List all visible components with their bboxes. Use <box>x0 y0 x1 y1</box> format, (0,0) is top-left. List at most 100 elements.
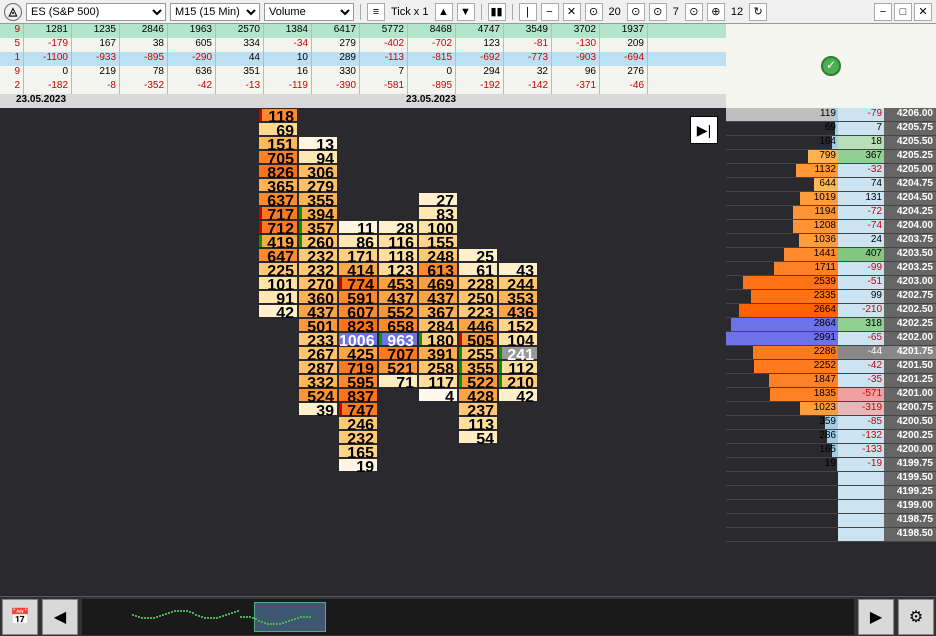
cluster-cell: 705 <box>258 150 298 164</box>
nav-left-button[interactable]: ◀ <box>42 599 78 635</box>
cluster-cell: 4 <box>418 388 458 402</box>
ladder-row[interactable]: 2252-424201.50 <box>726 360 936 374</box>
ladder-row[interactable]: 10191314204.50 <box>726 192 936 206</box>
ladder-row[interactable]: 1208-744204.00 <box>726 220 936 234</box>
ladder-row[interactable]: 14414074203.50 <box>726 248 936 262</box>
ladder-row[interactable]: 4199.25 <box>726 486 936 500</box>
ladder-row[interactable]: 1835-5714201.00 <box>726 388 936 402</box>
status-ok-icon <box>821 56 841 76</box>
cluster-cell: 284 <box>418 318 458 332</box>
nav-right-button[interactable]: ▶ <box>858 599 894 635</box>
cluster-cell: 469 <box>418 276 458 290</box>
ladder-row[interactable]: 165-1334200.00 <box>726 444 936 458</box>
price-ladder[interactable]: 119-794206.006974205.75164184205.5079936… <box>726 108 936 542</box>
ladder-row[interactable]: 4199.50 <box>726 472 936 486</box>
stats-cell: 289 <box>312 52 360 66</box>
cluster-cell: 425 <box>338 346 378 360</box>
cluster-cell: 151 <box>258 136 298 150</box>
tick-down-icon[interactable]: ▼ <box>457 3 475 21</box>
target3-icon[interactable]: ⊕ <box>707 3 725 21</box>
stats-cell: -8 <box>72 80 120 94</box>
spin3-value: 12 <box>729 6 745 18</box>
ladder-row[interactable]: 4199.00 <box>726 500 936 514</box>
cluster-cell: 607 <box>338 304 378 318</box>
stats-cell: -113 <box>360 52 408 66</box>
stats-cell: 38 <box>120 38 168 52</box>
stats-cell: 1281 <box>24 24 72 38</box>
ladder-row[interactable]: 1194-724204.25 <box>726 206 936 220</box>
cluster-cell: 428 <box>458 388 498 402</box>
stats-cell: -895 <box>120 52 168 66</box>
close-icon[interactable]: ✕ <box>563 3 581 21</box>
metric-select[interactable]: Volume <box>264 3 354 21</box>
settings-button[interactable]: ⚙ <box>898 599 934 635</box>
ladder-row[interactable]: 2664-2104202.50 <box>726 304 936 318</box>
minimap[interactable] <box>82 599 854 635</box>
ladder-row[interactable]: 1711-994203.25 <box>726 262 936 276</box>
target1-alt-icon[interactable]: ⊙ <box>627 3 645 21</box>
cluster-cell: 171 <box>338 248 378 262</box>
align-icon[interactable]: ≡ <box>367 3 385 21</box>
stats-cell: 294 <box>456 66 504 80</box>
cluster-cell: 19 <box>338 458 378 472</box>
cluster-cell: 118 <box>258 108 298 122</box>
ladder-row[interactable]: 2991-654202.00 <box>726 332 936 346</box>
minus-icon[interactable]: − <box>541 3 559 21</box>
ladder-row[interactable]: 1023-3194200.75 <box>726 402 936 416</box>
ladder-row[interactable]: 1847-354201.25 <box>726 374 936 388</box>
cluster-cell: 522 <box>458 374 498 388</box>
stats-cell: 351 <box>216 66 264 80</box>
refresh-icon[interactable]: ↻ <box>749 3 767 21</box>
cluster-cell: 712 <box>258 220 298 234</box>
stats-cell: -13 <box>216 80 264 94</box>
play-button[interactable]: ▶| <box>690 116 718 144</box>
cluster-cell: 823 <box>338 318 378 332</box>
symbol-select[interactable]: ES (S&P 500) <box>26 3 166 21</box>
window-close-icon[interactable]: ✕ <box>914 3 932 21</box>
cluster-cell: 279 <box>298 178 338 192</box>
ladder-row[interactable]: 1036244203.75 <box>726 234 936 248</box>
ladder-row[interactable]: 1132-324205.00 <box>726 164 936 178</box>
target2-alt-icon[interactable]: ⊙ <box>685 3 703 21</box>
cluster-cell: 228 <box>458 276 498 290</box>
calendar-button[interactable]: 📅 <box>2 599 38 635</box>
ladder-row[interactable]: 644744204.75 <box>726 178 936 192</box>
window-minimize-icon[interactable]: − <box>874 3 892 21</box>
tick-up-icon[interactable]: ▲ <box>435 3 453 21</box>
cluster-cell: 43 <box>498 262 538 276</box>
ladder-row[interactable]: 6974205.75 <box>726 122 936 136</box>
ladder-row[interactable]: 2286-444201.75 <box>726 346 936 360</box>
window-maximize-icon[interactable]: □ <box>894 3 912 21</box>
stats-cell: 9 <box>0 24 24 38</box>
target2-icon[interactable]: ⊙ <box>649 3 667 21</box>
cluster-chart[interactable]: ▶| 1186915170582636563771771241964722510… <box>0 108 726 596</box>
ladder-row[interactable]: 28643184202.25 <box>726 318 936 332</box>
ladder-row[interactable]: 4198.75 <box>726 514 936 528</box>
ladder-row[interactable]: 359-854200.50 <box>726 416 936 430</box>
stats-cell: 0 <box>408 66 456 80</box>
cluster-cell: 1006 <box>338 332 378 346</box>
line-icon[interactable]: | <box>519 3 537 21</box>
cluster-cell: 232 <box>298 262 338 276</box>
ladder-row[interactable]: 164184205.50 <box>726 136 936 150</box>
ladder-row[interactable]: 2335994202.75 <box>726 290 936 304</box>
ladder-row[interactable]: 286-1324200.25 <box>726 430 936 444</box>
ladder-row[interactable]: 7993674205.25 <box>726 150 936 164</box>
cluster-cell: 613 <box>418 262 458 276</box>
stats-cell: -42 <box>168 80 216 94</box>
cluster-cell: 241 <box>498 346 538 360</box>
cluster-cell: 837 <box>338 388 378 402</box>
ladder-row[interactable]: 4198.50 <box>726 528 936 542</box>
bars-icon[interactable]: ▮▮ <box>488 3 506 21</box>
cluster-cell: 117 <box>418 374 458 388</box>
bottom-bar: 📅 ◀ ▶ ⚙ <box>0 596 936 636</box>
target1-icon[interactable]: ⊙ <box>585 3 603 21</box>
cluster-cell: 225 <box>258 262 298 276</box>
ladder-row[interactable]: 19-194199.75 <box>726 458 936 472</box>
stats-cell: 2 <box>0 80 24 94</box>
ladder-row[interactable]: 119-794206.00 <box>726 108 936 122</box>
timeframe-select[interactable]: M15 (15 Min) <box>170 3 260 21</box>
cluster-cell: 233 <box>298 332 338 346</box>
cluster-cell: 414 <box>338 262 378 276</box>
ladder-row[interactable]: 2539-514203.00 <box>726 276 936 290</box>
